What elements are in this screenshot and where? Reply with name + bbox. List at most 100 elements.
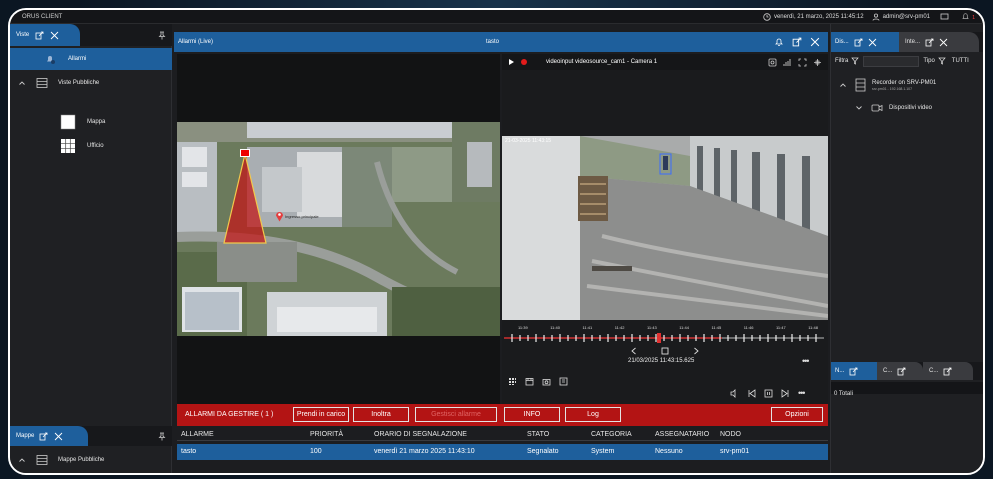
- skip-forward-icon[interactable]: [781, 388, 790, 398]
- snapshot-icon[interactable]: [768, 58, 777, 67]
- more-icon[interactable]: •••: [802, 356, 810, 366]
- col-priority[interactable]: PRIORITÀ: [310, 431, 343, 438]
- record-icon[interactable]: [520, 58, 528, 66]
- type-filter-icon[interactable]: [938, 57, 946, 65]
- popout-icon[interactable]: [943, 367, 952, 376]
- timeline-label: 11:40: [550, 325, 560, 330]
- notification-badge[interactable]: 1: [961, 12, 975, 22]
- cell-time: venerdì 21 marzo 2025 11:43:10: [374, 448, 475, 455]
- manage-alarm-button[interactable]: Gestisci allarme: [415, 407, 497, 422]
- views-item-alarms[interactable]: Allarmi: [10, 48, 172, 70]
- timeline-track[interactable]: [504, 332, 824, 344]
- chevron-up-icon[interactable]: [839, 81, 847, 89]
- col-node[interactable]: NODO: [720, 431, 741, 438]
- type-select[interactable]: TUTTI: [952, 58, 969, 64]
- tab-mappe[interactable]: Mappe: [10, 426, 88, 446]
- fullscreen-icon[interactable]: [798, 58, 807, 67]
- camera-video[interactable]: 21-03-2025 11:43:15: [502, 136, 828, 320]
- close-icon[interactable]: [868, 38, 877, 47]
- options-button[interactable]: Opzioni: [771, 407, 823, 422]
- signal-icon[interactable]: [783, 58, 792, 67]
- take-charge-button[interactable]: Prendi in carico: [293, 407, 349, 422]
- tab-integrations[interactable]: Inte...: [899, 32, 979, 52]
- maps-item-public-label: Mappe Pubbliche: [58, 457, 105, 463]
- recorder-node[interactable]: Recorder on SRV-PM01 srv-pm01 - 192.168.…: [831, 74, 983, 96]
- options-button-label: Opzioni: [785, 411, 809, 418]
- col-state[interactable]: STATO: [527, 431, 549, 438]
- close-icon[interactable]: [54, 432, 63, 441]
- timeline-label: 11:43: [647, 325, 657, 330]
- cell-alarm: tasto: [181, 448, 197, 455]
- table-row[interactable]: tasto 100 venerdì 21 marzo 2025 11:43:10…: [177, 444, 828, 460]
- user-icon: [872, 13, 880, 21]
- close-icon[interactable]: [50, 31, 59, 40]
- popout-icon[interactable]: [925, 38, 934, 47]
- views-item-public[interactable]: Viste Pubbliche: [10, 72, 172, 94]
- col-time[interactable]: ORARIO DI SEGNALAZIONE: [374, 431, 467, 438]
- chevron-up-icon[interactable]: [18, 456, 26, 464]
- pin-icon[interactable]: [158, 432, 166, 441]
- stop-icon[interactable]: [661, 347, 669, 355]
- chevron-down-icon[interactable]: [855, 104, 863, 112]
- camera-fov-cone[interactable]: [222, 150, 268, 245]
- calendar-icon[interactable]: [525, 377, 534, 386]
- cell-priority: 100: [310, 448, 322, 455]
- forward-button[interactable]: Inoltra: [353, 407, 409, 422]
- col-category[interactable]: CATEGORIA: [591, 431, 632, 438]
- take-charge-button-label: Prendi in carico: [296, 411, 346, 418]
- map-pin-icon[interactable]: [275, 210, 284, 222]
- tab-n[interactable]: N...: [831, 362, 877, 380]
- export-icon[interactable]: [559, 377, 568, 386]
- tab-c1[interactable]: C...: [877, 362, 923, 380]
- timeline[interactable]: 11:39 11:40 11:41 11:42 11:43 11:44 11:4…: [504, 324, 824, 346]
- camera-marker-icon[interactable]: [240, 149, 250, 157]
- alarm-toolbar: ALLARMI DA GESTIRE ( 1 ) Prendi in caric…: [177, 404, 828, 426]
- pause-icon[interactable]: [764, 389, 773, 398]
- popout-icon[interactable]: [897, 367, 906, 376]
- devices-node[interactable]: Dispositivi video: [831, 100, 983, 116]
- popout-icon[interactable]: [854, 38, 863, 47]
- pin-icon[interactable]: [158, 31, 166, 40]
- chat-icon[interactable]: [940, 13, 949, 21]
- grid-icon[interactable]: [508, 377, 517, 386]
- views-item-map[interactable]: Mappa: [10, 112, 172, 132]
- more-icon[interactable]: •••: [798, 388, 806, 398]
- col-assignee[interactable]: ASSEGNATARIO: [655, 431, 709, 438]
- aerial-map[interactable]: Ingresso principale: [177, 122, 500, 336]
- views-item-map-label: Mappa: [87, 119, 106, 125]
- log-button[interactable]: Log: [565, 407, 621, 422]
- popout-icon[interactable]: [792, 37, 802, 47]
- log-button-label: Log: [587, 411, 599, 418]
- info-button[interactable]: INFO: [504, 407, 560, 422]
- views-item-office[interactable]: Ufficio: [10, 136, 172, 156]
- close-icon[interactable]: [939, 38, 948, 47]
- tab-devices[interactable]: Dis...: [831, 32, 899, 52]
- views-item-office-label: Ufficio: [87, 143, 104, 149]
- list-icon: [36, 77, 48, 89]
- alarm-ack-icon[interactable]: [774, 37, 784, 47]
- tab-c2[interactable]: C...: [923, 362, 973, 380]
- step-forward-icon[interactable]: [693, 347, 700, 355]
- camera-snapshot-icon[interactable]: [542, 377, 551, 386]
- chevron-up-icon[interactable]: [18, 79, 26, 87]
- ptz-icon[interactable]: [813, 58, 822, 67]
- timeline-cursor[interactable]: [657, 333, 661, 343]
- user-name[interactable]: admin@srv-pm01: [883, 14, 930, 20]
- tab-viste[interactable]: Viste: [10, 24, 80, 46]
- audio-icon[interactable]: [730, 388, 739, 398]
- col-alarm[interactable]: ALLARME: [181, 431, 214, 438]
- filter-input[interactable]: [863, 55, 920, 67]
- popout-icon[interactable]: [849, 367, 858, 376]
- play-icon[interactable]: [508, 58, 515, 66]
- datetime-display: venerdì, 21 marzo, 2025 11:45:12: [773, 13, 864, 20]
- cell-assignee: Nessuno: [655, 448, 683, 455]
- step-back-icon[interactable]: [630, 347, 637, 355]
- close-icon[interactable]: [810, 37, 820, 47]
- filter-label: Filtra: [835, 58, 849, 64]
- skip-back-icon[interactable]: [747, 388, 756, 398]
- popout-icon[interactable]: [35, 31, 44, 40]
- maps-item-public[interactable]: Mappe Pubbliche: [10, 450, 172, 470]
- filter-icon[interactable]: [851, 57, 860, 65]
- popout-icon[interactable]: [39, 432, 48, 441]
- map-view[interactable]: Ingresso principale: [177, 54, 500, 404]
